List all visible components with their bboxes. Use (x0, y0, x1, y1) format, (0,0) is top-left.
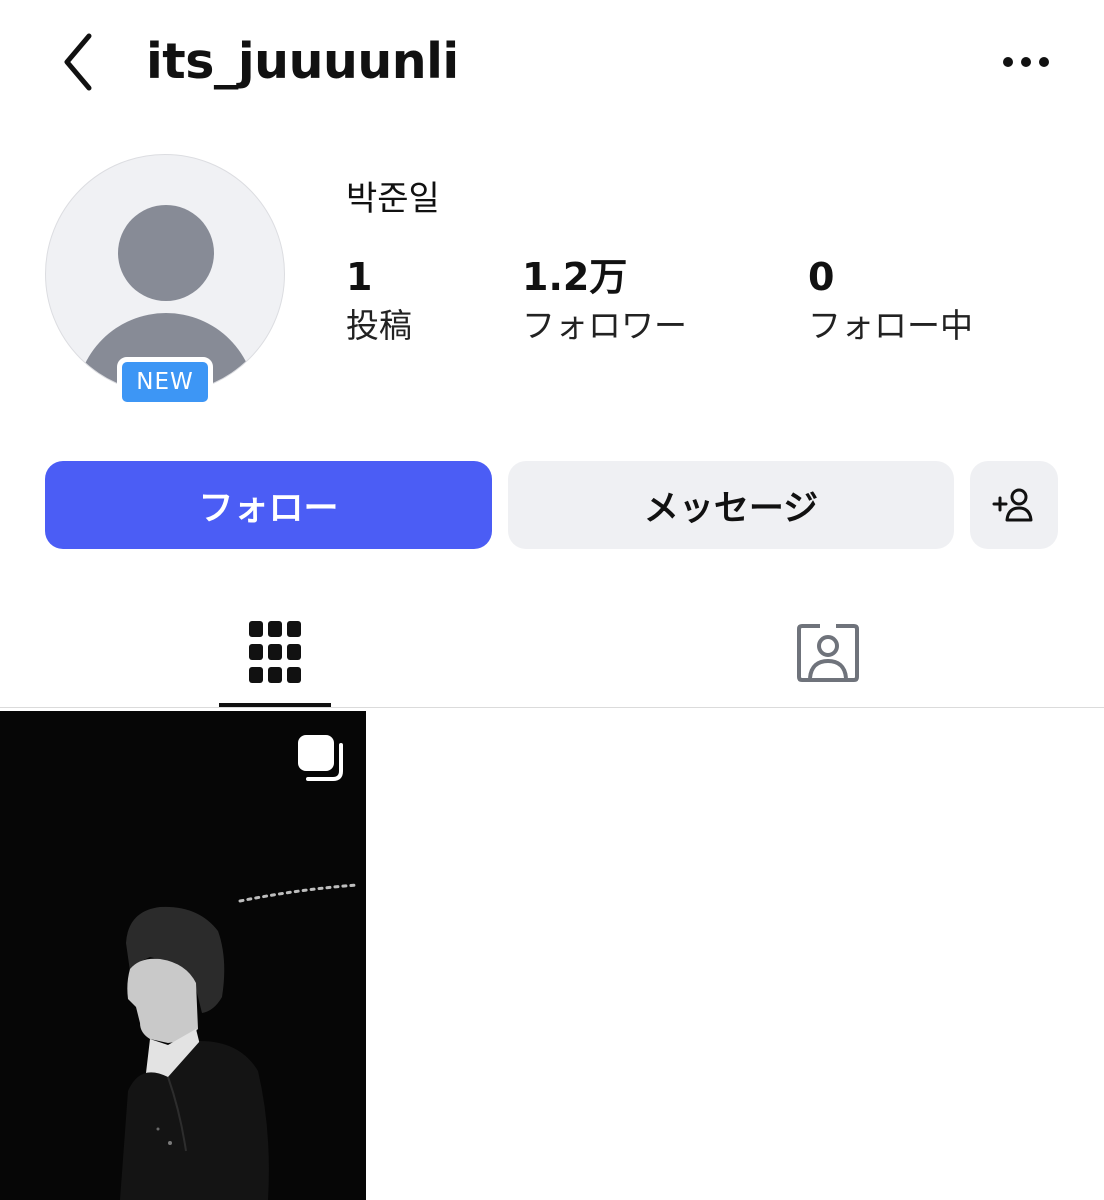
back-button[interactable] (48, 28, 108, 96)
tagged-person-icon (797, 624, 859, 682)
following-count[interactable]: 0 フォロー中 (808, 255, 973, 350)
more-options-button[interactable] (994, 40, 1058, 84)
carousel-icon (298, 735, 343, 781)
tab-posts-grid[interactable] (219, 598, 331, 706)
posts-count: 1 投稿 (346, 255, 412, 350)
following-count-value: 0 (808, 255, 835, 299)
followers-count-label: フォロワー (522, 306, 687, 345)
display-name: 박준일 (346, 179, 440, 219)
following-count-label: フォロー中 (808, 306, 973, 345)
profile-username: its_juuuunli (146, 33, 459, 90)
followers-count-value: 1.2万 (522, 255, 628, 299)
profile-avatar[interactable]: NEW (45, 154, 285, 407)
chevron-left-icon (64, 33, 92, 91)
followers-count[interactable]: 1.2万 フォロワー (522, 255, 687, 350)
posts-count-label: 投稿 (346, 306, 412, 345)
avatar-head-shape (118, 205, 214, 301)
new-badge: NEW (117, 357, 213, 407)
more-horizontal-icon (1003, 57, 1049, 67)
grid-icon (249, 621, 301, 683)
posts-count-value: 1 (346, 255, 373, 299)
tab-tagged[interactable] (772, 598, 884, 706)
suggested-users-button[interactable] (970, 461, 1058, 549)
post-thumbnail[interactable] (0, 711, 366, 1200)
tabs-divider (0, 707, 1104, 708)
follow-button[interactable]: フォロー (45, 461, 492, 549)
message-button[interactable]: メッセージ (508, 461, 954, 549)
add-user-icon (992, 488, 1033, 522)
